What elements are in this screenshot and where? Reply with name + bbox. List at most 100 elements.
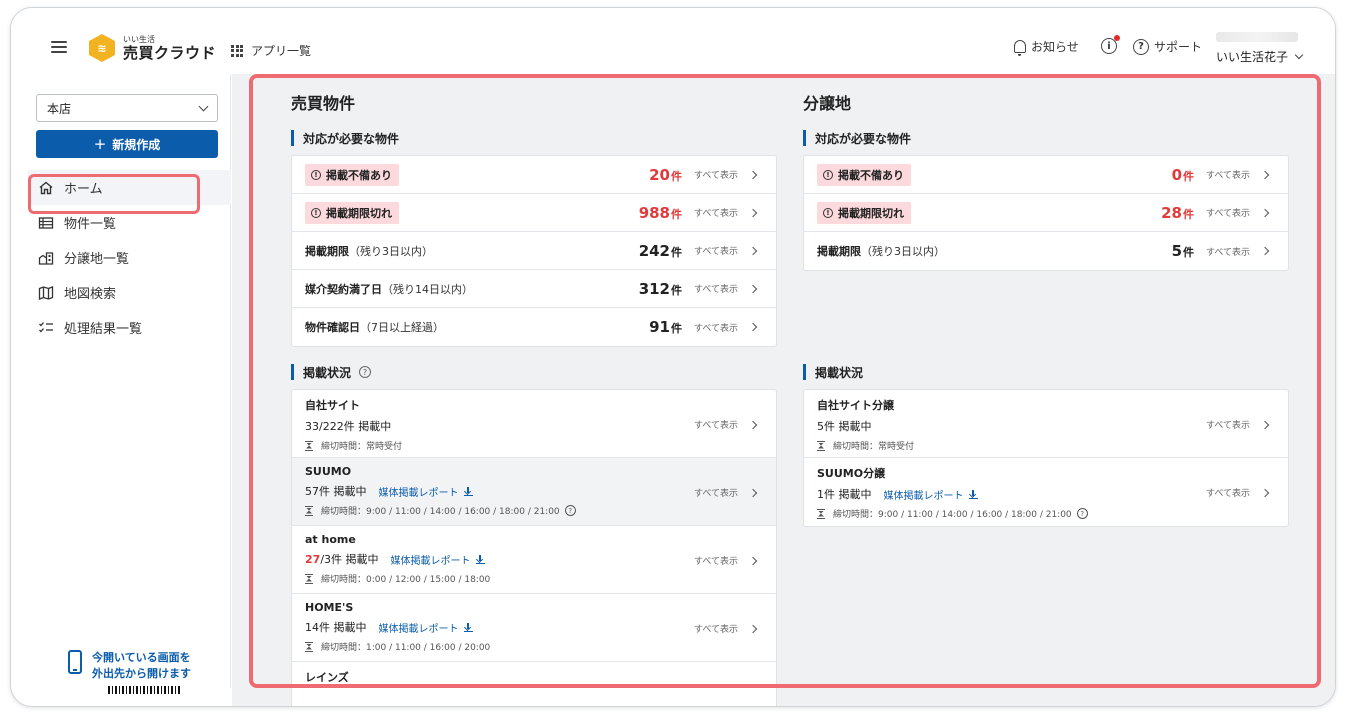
deadline: 締切時間：9:00 / 11:00 / 14:00 / 16:00 / 18:0… xyxy=(305,504,762,517)
mobile-promo[interactable]: 今開いている画面を 外出先から開けます xyxy=(68,650,191,682)
store-select-value: 本店 xyxy=(47,101,72,116)
see-all-link[interactable]: すべて表示 xyxy=(1206,206,1270,219)
see-all-link[interactable]: すべて表示 xyxy=(694,321,758,334)
publish-row[interactable]: SUUMO分譲 1件 掲載中 媒体掲載レポート 締切時間：9:00 / 11:00… xyxy=(804,458,1288,526)
help-icon[interactable]: ? xyxy=(359,366,372,378)
deadline: 締切時間：9:00 / 11:00 / 14:00 / 16:00 / 18:0… xyxy=(817,507,1274,520)
count: 91件 xyxy=(649,318,682,336)
action-row[interactable]: 媒介契約満了日（残り14日以内） 312件 すべて表示 xyxy=(292,270,776,308)
row-label: 掲載期限（残り3日以内） xyxy=(305,244,433,258)
alert-badge: ! 掲載不備あり xyxy=(305,163,399,186)
notice-button[interactable]: お知らせ xyxy=(1014,38,1079,56)
see-all-link[interactable]: すべて表示 xyxy=(1206,486,1270,499)
publish-card: 自社サイト分譲 5件 掲載中 締切時間：常時受付 すべて表示 SUUMO分譲 1… xyxy=(803,389,1289,527)
see-all-link[interactable]: すべて表示 xyxy=(694,244,758,257)
row-label: 媒介契約満了日（残り14日以内） xyxy=(305,282,473,296)
report-link[interactable]: 媒体掲載レポート xyxy=(391,552,485,567)
hourglass-icon xyxy=(305,641,313,652)
action-row[interactable]: ! 掲載期限切れ 988件 すべて表示 xyxy=(292,194,776,232)
see-all-link[interactable]: すべて表示 xyxy=(694,206,758,219)
action-row[interactable]: ! 掲載期限切れ 28件 すべて表示 xyxy=(804,194,1288,232)
sidebar-item-results[interactable]: 処理結果一覧 xyxy=(28,310,231,345)
see-all-link[interactable]: すべて表示 xyxy=(1206,168,1270,181)
see-all-link[interactable]: すべて表示 xyxy=(694,622,758,635)
bunjo-column: 分譲地 対応が必要な物件 ! 掲載不備あり 0件 すべて表示 ! 掲載期限切れ 28… xyxy=(803,90,1289,527)
media-name: at home xyxy=(305,533,356,546)
see-all-link[interactable]: すべて表示 xyxy=(694,282,758,295)
sidebar-item-home[interactable]: ホーム xyxy=(28,170,231,205)
new-create-label: 新規作成 xyxy=(112,137,161,152)
user-menu[interactable]: いい生活花子 xyxy=(1216,32,1304,65)
hourglass-icon xyxy=(305,440,313,451)
publish-row[interactable]: at home 27/3件 掲載中 媒体掲載レポート 締切時間：0:00 / 12… xyxy=(292,526,776,594)
sidebar-item-lot-list[interactable]: 分譲地一覧 xyxy=(28,240,231,275)
chevron-down-icon xyxy=(1294,50,1304,59)
warning-icon: ! xyxy=(823,169,833,180)
publish-row[interactable]: 自社サイト 33/222件 掲載中 締切時間：常時受付 すべて表示 xyxy=(292,390,776,458)
hourglass-icon xyxy=(305,505,313,516)
user-name: いい生活花子 xyxy=(1216,50,1289,64)
new-create-button[interactable]: + 新規作成 xyxy=(36,130,218,158)
publish-row[interactable]: レインズ xyxy=(292,662,776,706)
sidebar-item-map-search[interactable]: 地図検索 xyxy=(28,275,231,310)
sidebar: 本店 + 新規作成 ホーム 物件一覧 分譲地一覧 地図検索 処理結果一覧 今開い… xyxy=(28,74,231,694)
sidebar-item-label: 地図検索 xyxy=(64,287,117,302)
map-icon xyxy=(38,285,54,301)
chevron-right-icon xyxy=(748,420,758,429)
warning-icon: ! xyxy=(823,207,833,218)
store-select[interactable]: 本店 xyxy=(36,94,218,122)
app-logo[interactable]: ≋ いい生活 売買クラウド xyxy=(89,34,216,62)
sidebar-item-property-list[interactable]: 物件一覧 xyxy=(28,205,231,240)
action-row[interactable]: 掲載期限（残り3日以内） 242件 すべて表示 xyxy=(292,232,776,270)
publish-card: 自社サイト 33/222件 掲載中 締切時間：常時受付 すべて表示 SUUMO … xyxy=(291,389,777,706)
bell-icon xyxy=(1014,40,1026,56)
action-row[interactable]: ! 掲載不備あり 0件 すべて表示 xyxy=(804,156,1288,194)
deadline: 締切時間：1:00 / 11:00 / 16:00 / 20:00 xyxy=(305,640,762,653)
logo-mark-icon: ≋ xyxy=(89,34,115,62)
report-link[interactable]: 媒体掲載レポート xyxy=(379,484,473,499)
chevron-right-icon xyxy=(748,322,758,332)
see-all-link[interactable]: すべて表示 xyxy=(1206,245,1270,258)
action-row[interactable]: ! 掲載不備あり 20件 すべて表示 xyxy=(292,156,776,194)
blurred-org-name xyxy=(1216,32,1298,42)
phone-icon xyxy=(68,650,82,674)
info-button[interactable]: i xyxy=(1101,35,1120,54)
menu-icon[interactable] xyxy=(51,41,67,53)
help-icon[interactable]: ? xyxy=(564,505,576,516)
chevron-right-icon xyxy=(748,246,758,255)
see-all-link[interactable]: すべて表示 xyxy=(694,554,758,567)
count: 20件 xyxy=(649,165,682,184)
qr-code xyxy=(108,686,182,694)
chevron-right-icon xyxy=(748,208,758,217)
see-all-link[interactable]: すべて表示 xyxy=(1206,418,1270,431)
count: 242件 xyxy=(638,241,682,260)
info-icon: i xyxy=(1101,35,1120,54)
publish-row[interactable]: HOME'S 14件 掲載中 媒体掲載レポート 締切時間：1:00 / 11:00… xyxy=(292,594,776,662)
plus-icon: + xyxy=(93,135,107,153)
grid-icon xyxy=(231,44,243,57)
section-title: 売買物件 xyxy=(291,94,356,113)
app-list-button[interactable]: アプリ一覧 xyxy=(231,42,311,59)
report-link[interactable]: 媒体掲載レポート xyxy=(884,487,978,502)
deadline: 締切時間：常時受付 xyxy=(305,439,762,452)
chevron-right-icon xyxy=(748,624,758,633)
subsection-title: 対応が必要な物件 xyxy=(291,130,777,146)
report-link[interactable]: 媒体掲載レポート xyxy=(379,620,473,635)
see-all-link[interactable]: すべて表示 xyxy=(694,486,758,499)
action-row[interactable]: 物件確認日（7日以上経過） 91件 すべて表示 xyxy=(292,308,776,346)
media-name: SUUMO分譲 xyxy=(817,467,886,480)
action-row[interactable]: 掲載期限（残り3日以内） 5件 すべて表示 xyxy=(804,232,1288,270)
logo-title: 売買クラウド xyxy=(123,43,217,62)
alert-badge: ! 掲載期限切れ xyxy=(305,201,399,224)
promo-line-1: 今開いている画面を xyxy=(92,651,191,664)
support-button[interactable]: ? サポート xyxy=(1133,38,1202,55)
hourglass-icon xyxy=(817,440,825,451)
see-all-link[interactable]: すべて表示 xyxy=(694,418,758,431)
help-icon[interactable]: ? xyxy=(1076,508,1088,519)
publish-row[interactable]: SUUMO 57件 掲載中 媒体掲載レポート 締切時間：9:00 / 11:00 … xyxy=(292,458,776,526)
publish-row[interactable]: 自社サイト分譲 5件 掲載中 締切時間：常時受付 すべて表示 xyxy=(804,390,1288,458)
chevron-right-icon xyxy=(1260,170,1270,179)
see-all-link[interactable]: すべて表示 xyxy=(694,168,758,181)
subsection-title: 掲載状況? xyxy=(291,364,777,380)
main-content: 売買物件 対応が必要な物件 ! 掲載不備あり 20件 すべて表示 ! 掲載期限切れ … xyxy=(232,74,1335,706)
